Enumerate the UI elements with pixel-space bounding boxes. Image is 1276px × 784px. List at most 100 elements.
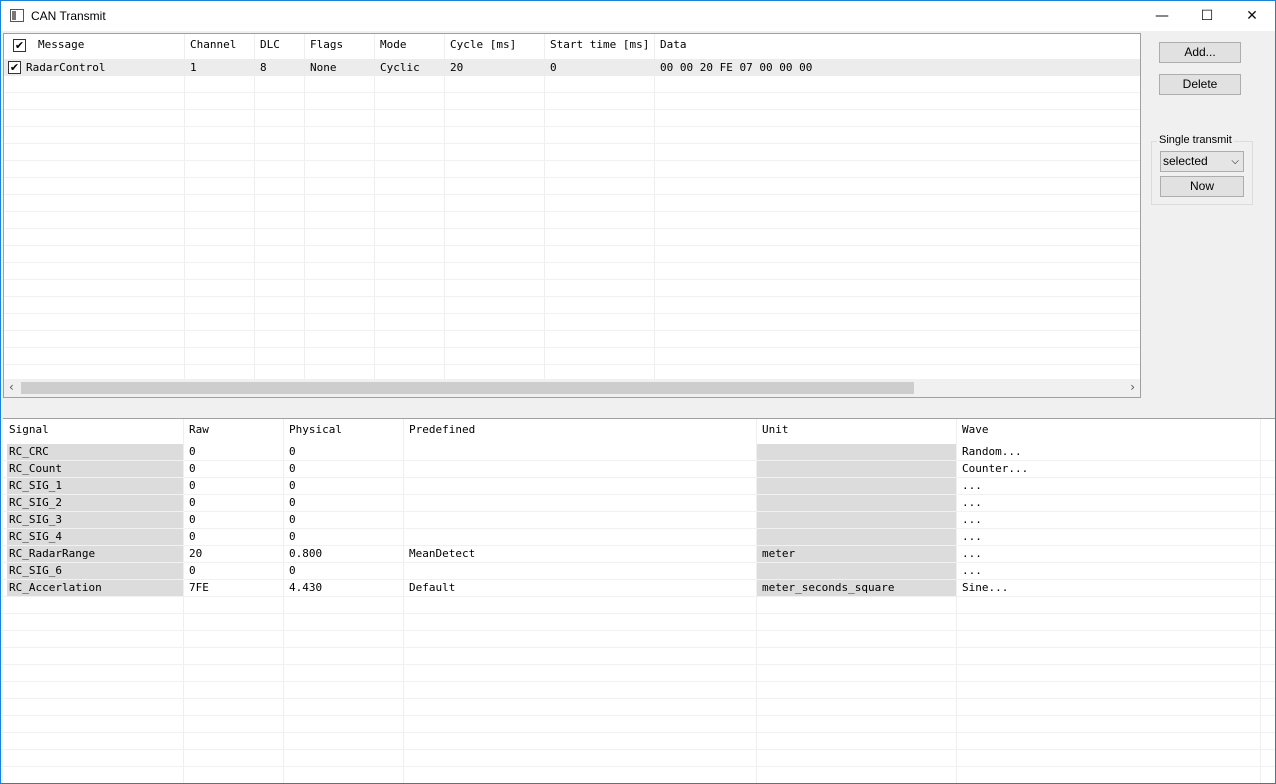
header-flags[interactable]: Flags — [304, 34, 343, 56]
cell-raw[interactable]: 0 — [183, 562, 196, 579]
grid-line — [4, 245, 1140, 246]
header-wave[interactable]: Wave — [956, 419, 989, 441]
title-bar: CAN Transmit — ☐ ✕ — [1, 1, 1275, 31]
cell-channel[interactable]: 1 — [184, 59, 197, 76]
cell-raw[interactable]: 7FE — [183, 579, 209, 596]
signals-table[interactable]: Signal Raw Physical Predefined Unit Wave… — [3, 418, 1275, 783]
grid-line — [4, 126, 1140, 127]
cell-mode[interactable]: Cyclic — [374, 59, 420, 76]
unit-column-bg — [757, 444, 956, 596]
cell-physical[interactable]: 0 — [283, 562, 296, 579]
cell-data[interactable]: 00 00 20 FE 07 00 00 00 — [654, 59, 812, 76]
header-mode[interactable]: Mode — [374, 34, 407, 56]
cell-predefined[interactable] — [403, 511, 409, 528]
cell-predefined[interactable] — [403, 494, 409, 511]
cell-signal: RC_CRC — [9, 445, 49, 458]
header-signal[interactable]: Signal — [3, 419, 49, 441]
grid-line — [3, 698, 1275, 699]
grid-line — [3, 732, 1275, 733]
cell-unit — [756, 460, 762, 477]
cell-predefined[interactable] — [403, 562, 409, 579]
cell-cycle[interactable]: 20 — [444, 59, 463, 76]
cell-predefined[interactable]: Default — [403, 579, 455, 596]
single-transmit-value: selected — [1163, 154, 1208, 168]
close-button[interactable]: ✕ — [1229, 1, 1275, 31]
window-title: CAN Transmit — [31, 9, 106, 23]
delete-button[interactable]: Delete — [1159, 74, 1241, 95]
header-predefined[interactable]: Predefined — [403, 419, 475, 441]
cell-wave[interactable]: Sine... — [956, 579, 1008, 596]
cell-unit — [756, 477, 762, 494]
cell-predefined[interactable] — [403, 443, 409, 460]
cell-unit — [756, 511, 762, 528]
cell-physical[interactable]: 0 — [283, 477, 296, 494]
cell-physical[interactable]: 4.430 — [283, 579, 322, 596]
scrollbar-thumb[interactable] — [21, 382, 914, 394]
chevron-down-icon[interactable]: ⌵ — [1231, 152, 1239, 171]
cell-physical[interactable]: 0 — [283, 511, 296, 528]
cell-wave[interactable]: ... — [956, 511, 982, 528]
cell-predefined[interactable] — [403, 528, 409, 545]
header-unit[interactable]: Unit — [756, 419, 789, 441]
cell-dlc[interactable]: 8 — [254, 59, 267, 76]
single-transmit-select[interactable]: selected ⌵ — [1160, 151, 1244, 172]
cell-wave[interactable]: ... — [956, 545, 982, 562]
cell-wave[interactable]: Random... — [956, 443, 1022, 460]
cell-wave[interactable]: ... — [956, 494, 982, 511]
cell-signal: RC_RadarRange — [9, 547, 96, 560]
now-button[interactable]: Now — [1160, 176, 1244, 197]
header-channel[interactable]: Channel — [184, 34, 236, 56]
header-data[interactable]: Data — [654, 34, 687, 56]
cell-raw[interactable]: 0 — [183, 494, 196, 511]
minimize-button[interactable]: — — [1139, 1, 1185, 31]
column-divider — [374, 34, 375, 379]
grid-line — [3, 681, 1275, 682]
cell-predefined[interactable] — [403, 460, 409, 477]
column-divider — [1260, 419, 1261, 783]
cell-start-time[interactable]: 0 — [544, 59, 557, 76]
header-start-time[interactable]: Start time [ms] — [544, 34, 649, 56]
cell-raw[interactable]: 20 — [183, 545, 202, 562]
grid-line — [3, 613, 1275, 614]
column-divider — [654, 34, 655, 379]
cell-raw[interactable]: 0 — [183, 477, 196, 494]
header-dlc[interactable]: DLC — [254, 34, 280, 56]
messages-table[interactable]: ✔ Message Channel DLC Flags Mode Cycle [… — [3, 33, 1141, 398]
add-button[interactable]: Add... — [1159, 42, 1241, 63]
scroll-left-icon[interactable]: ‹ — [9, 380, 14, 394]
table-row[interactable] — [4, 59, 1140, 76]
column-divider — [544, 34, 545, 379]
cell-raw[interactable]: 0 — [183, 511, 196, 528]
cell-wave[interactable]: ... — [956, 562, 982, 579]
cell-physical[interactable]: 0 — [283, 443, 296, 460]
grid-line — [4, 228, 1140, 229]
cell-wave[interactable]: ... — [956, 477, 982, 494]
header-physical[interactable]: Physical — [283, 419, 342, 441]
single-transmit-title: Single transmit — [1157, 134, 1234, 146]
cell-message[interactable]: RadarControl — [20, 59, 105, 76]
cell-flags[interactable]: None — [304, 59, 337, 76]
cell-signal: RC_SIG_6 — [9, 564, 62, 577]
cell-physical[interactable]: 0 — [283, 528, 296, 545]
header-cycle[interactable]: Cycle [ms] — [444, 34, 516, 56]
cell-signal: RC_Count — [9, 462, 62, 475]
grid-line — [3, 647, 1275, 648]
scroll-right-icon[interactable]: › — [1130, 380, 1135, 394]
cell-raw[interactable]: 0 — [183, 443, 196, 460]
cell-predefined[interactable]: MeanDetect — [403, 545, 475, 562]
cell-wave[interactable]: ... — [956, 528, 982, 545]
header-message[interactable]: Message — [32, 34, 84, 56]
cell-wave[interactable]: Counter... — [956, 460, 1028, 477]
select-all-checkbox[interactable]: ✔ — [13, 39, 26, 52]
cell-physical[interactable]: 0.800 — [283, 545, 322, 562]
cell-raw[interactable]: 0 — [183, 528, 196, 545]
header-raw[interactable]: Raw — [183, 419, 209, 441]
grid-line — [3, 766, 1275, 767]
cell-predefined[interactable] — [403, 477, 409, 494]
cell-raw[interactable]: 0 — [183, 460, 196, 477]
maximize-button[interactable]: ☐ — [1184, 1, 1230, 31]
cell-physical[interactable]: 0 — [283, 460, 296, 477]
grid-line — [4, 194, 1140, 195]
cell-physical[interactable]: 0 — [283, 494, 296, 511]
horizontal-scrollbar[interactable]: ‹ › — [4, 379, 1140, 397]
